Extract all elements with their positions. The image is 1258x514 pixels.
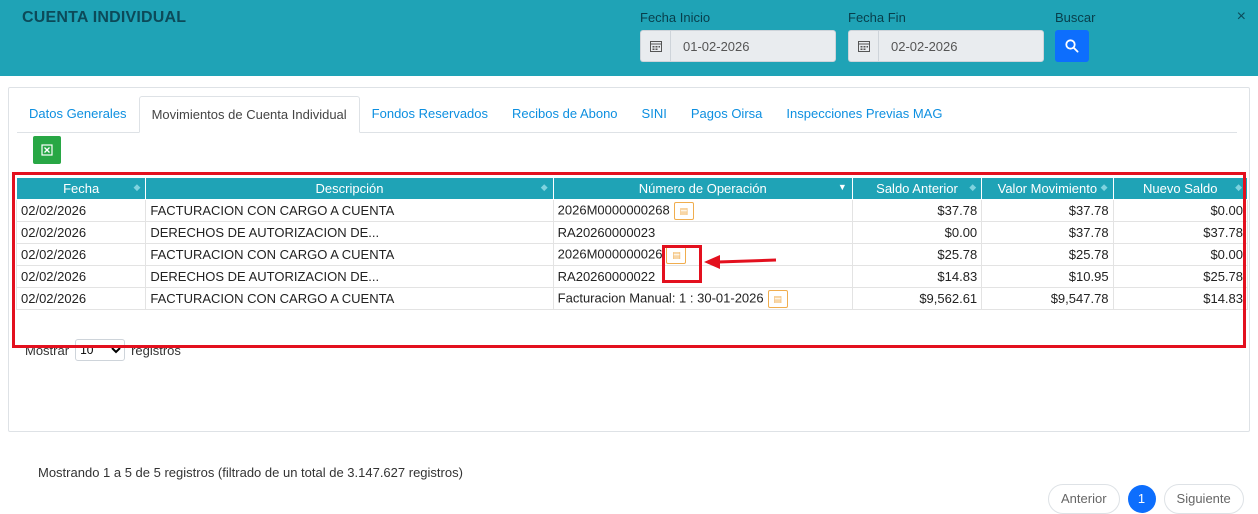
cell-valor-movimiento: $9,547.78 [981, 287, 1114, 310]
close-icon[interactable]: × [1237, 8, 1246, 26]
cell-nuevo-saldo: $14.83 [1112, 287, 1249, 310]
cell-valor-movimiento: $10.95 [981, 265, 1114, 288]
col-nuevo-saldo[interactable]: Nuevo Saldo ◆ [1112, 177, 1249, 200]
cell-descripcion: FACTURACION CON CARGO A CUENTA [145, 199, 554, 222]
cell-operacion: RA20260000022 [552, 265, 853, 288]
cell-operacion: RA20260000023 [552, 221, 853, 244]
tab-bar: Datos Generales Movimientos de Cuenta In… [17, 96, 1237, 133]
col-label: Descripción [315, 181, 384, 196]
col-descripcion[interactable]: Descripción ◆ [145, 177, 554, 200]
cell-descripcion: FACTURACION CON CARGO A CUENTA [145, 287, 554, 310]
operation-number: 2026M0000000268 [557, 201, 670, 217]
tab-movimientos[interactable]: Movimientos de Cuenta Individual [138, 96, 360, 133]
current-page-button[interactable]: 1 [1127, 485, 1156, 513]
search-icon [1065, 39, 1079, 53]
fecha-inicio-input[interactable] [670, 30, 836, 62]
cell-saldo-anterior: $25.78 [851, 243, 983, 266]
cell-valor-movimiento: $25.78 [981, 243, 1114, 266]
col-label: Nuevo Saldo [1143, 181, 1218, 196]
operation-number: RA20260000022 [557, 269, 656, 284]
col-saldo-anterior[interactable]: Saldo Anterior ◆ [851, 177, 983, 200]
fecha-inicio-group [640, 30, 836, 62]
table-row: 02/02/2026 DERECHOS DE AUTORIZACION DE..… [15, 265, 1249, 288]
cell-saldo-anterior: $9,562.61 [851, 287, 983, 310]
tab-datos-generales[interactable]: Datos Generales [17, 96, 139, 133]
operation-number: Facturacion Manual: 1 : 30-01-2026 [557, 289, 764, 305]
cell-fecha: 02/02/2026 [15, 243, 147, 266]
show-entries-prefix: Mostrar [25, 342, 70, 358]
export-excel-button[interactable] [33, 136, 61, 164]
receipt-icon[interactable]: ▤ [767, 289, 788, 308]
operation-number: RA20260000023 [557, 225, 656, 240]
fecha-inicio-label: Fecha Inicio [640, 10, 711, 25]
sort-icon: ◆ [540, 182, 548, 192]
sort-icon: ◆ [969, 182, 977, 192]
cell-nuevo-saldo: $0.00 [1112, 243, 1249, 266]
show-entries-suffix: registros [131, 342, 181, 358]
cell-fecha: 02/02/2026 [15, 199, 147, 222]
fecha-fin-input[interactable] [878, 30, 1044, 62]
header-bar: CUENTA INDIVIDUAL Fecha Inicio Fecha Fin… [0, 0, 1258, 76]
movements-table: Fecha ◆ Descripción ◆ Número de Operación ▼… [15, 177, 1249, 310]
cell-descripcion: FACTURACION CON CARGO A CUENTA [145, 243, 554, 266]
show-entries: Mostrar 10 registros [25, 339, 181, 361]
cell-nuevo-saldo: $25.78 [1112, 265, 1249, 288]
col-label: Fecha [63, 181, 100, 196]
cell-fecha: 02/02/2026 [15, 287, 147, 310]
cell-operacion: 2026M0000000268 ▤ [552, 199, 853, 222]
entries-select[interactable]: 10 [75, 339, 126, 361]
table-row: 02/02/2026 FACTURACION CON CARGO A CUENT… [15, 243, 1249, 266]
cell-operacion: Facturacion Manual: 1 : 30-01-2026 ▤ [552, 287, 853, 310]
cell-valor-movimiento: $37.78 [981, 199, 1114, 222]
cell-descripcion: DERECHOS DE AUTORIZACION DE... [145, 221, 554, 244]
sort-desc-icon: ▼ [837, 182, 847, 192]
sort-icon: ◆ [133, 182, 141, 192]
col-label: Valor Movimiento [997, 181, 1098, 196]
cell-saldo-anterior: $37.78 [851, 199, 983, 222]
fecha-fin-group [848, 30, 1044, 62]
col-label: Saldo Anterior [876, 181, 958, 196]
col-label: Número de Operación [638, 181, 767, 196]
content-panel: Datos Generales Movimientos de Cuenta In… [8, 87, 1250, 514]
table-info: Mostrando 1 a 5 de 5 registros (filtrado… [38, 465, 463, 480]
col-valor-movimiento[interactable]: Valor Movimiento ◆ [981, 177, 1114, 200]
tab-recibos-abono[interactable]: Recibos de Abono [500, 96, 630, 133]
table-row: 02/02/2026 FACTURACION CON CARGO A CUENT… [15, 287, 1249, 310]
fecha-fin-label: Fecha Fin [848, 10, 906, 25]
tab-fondos-reservados[interactable]: Fondos Reservados [360, 96, 500, 133]
tab-inspecciones[interactable]: Inspecciones Previas MAG [774, 96, 954, 133]
cell-fecha: 02/02/2026 [15, 221, 147, 244]
cell-operacion: 2026M000000026 ▤ [552, 243, 853, 266]
col-fecha[interactable]: Fecha ◆ [15, 177, 147, 200]
receipt-icon[interactable]: ▤ [666, 245, 687, 264]
cell-fecha: 02/02/2026 [15, 265, 147, 288]
table-row: 02/02/2026 DERECHOS DE AUTORIZACION DE..… [15, 221, 1249, 244]
buscar-label: Buscar [1055, 10, 1096, 25]
tab-pagos-oirsa[interactable]: Pagos Oirsa [679, 96, 775, 133]
tab-sini[interactable]: SINI [630, 96, 679, 133]
sort-icon: ◆ [1100, 182, 1108, 192]
previous-page-button[interactable]: Anterior [1048, 484, 1120, 514]
cell-nuevo-saldo: $0.00 [1112, 199, 1249, 222]
cell-saldo-anterior: $0.00 [851, 221, 983, 244]
operation-number: 2026M000000026 [557, 245, 663, 261]
receipt-icon[interactable]: ▤ [673, 201, 694, 220]
search-button[interactable] [1055, 30, 1089, 62]
cell-valor-movimiento: $37.78 [981, 221, 1114, 244]
next-page-button[interactable]: Siguiente [1163, 484, 1244, 514]
table-row: 02/02/2026 FACTURACION CON CARGO A CUENT… [15, 199, 1249, 222]
cell-descripcion: DERECHOS DE AUTORIZACION DE... [145, 265, 554, 288]
cell-nuevo-saldo: $37.78 [1112, 221, 1249, 244]
calendar-icon[interactable] [640, 30, 670, 62]
page-title: CUENTA INDIVIDUAL [22, 9, 187, 26]
col-operacion[interactable]: Número de Operación ▼ [552, 177, 853, 200]
table-header-row: Fecha ◆ Descripción ◆ Número de Operación ▼… [15, 177, 1249, 200]
cell-saldo-anterior: $14.83 [851, 265, 983, 288]
sort-icon: ◆ [1235, 182, 1242, 192]
excel-icon [41, 144, 53, 156]
pagination: Anterior 1 Siguiente [1048, 484, 1244, 514]
calendar-icon[interactable] [848, 30, 878, 62]
